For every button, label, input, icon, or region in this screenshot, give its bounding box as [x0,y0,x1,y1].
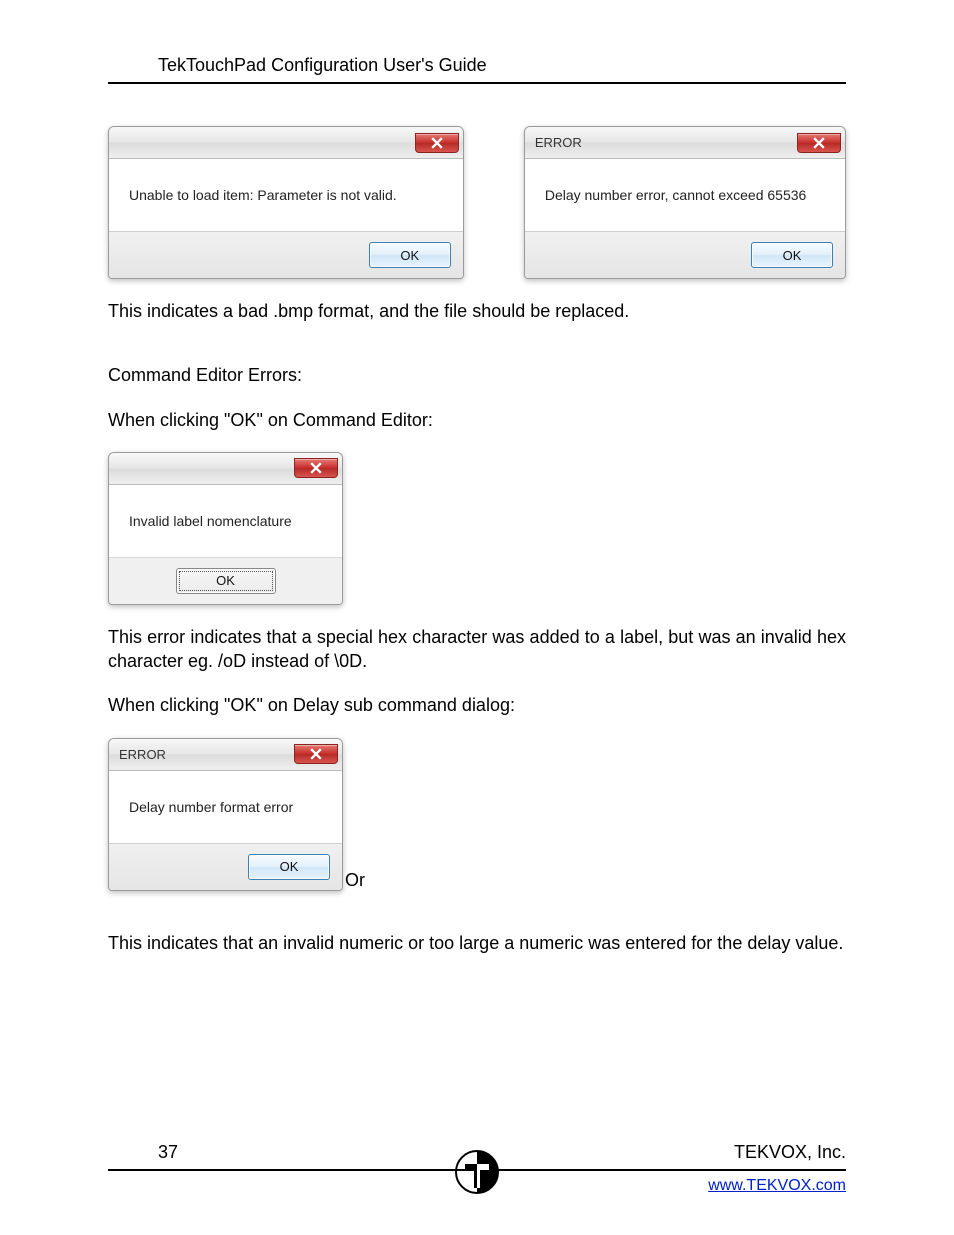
dialog-titlebar [109,127,463,159]
footer-logo [455,1150,499,1199]
close-icon [431,137,443,149]
dialog-title: ERROR [535,135,582,150]
page-number: 37 [158,1142,178,1163]
dialog-titlebar: ERROR [525,127,845,159]
ok-button[interactable]: OK [751,242,833,268]
dialog-titlebar: ERROR [109,739,342,771]
ok-button[interactable]: OK [248,854,330,880]
ok-button[interactable]: OK [369,242,451,268]
dialog-message: Unable to load item: Parameter is not va… [109,159,463,231]
dialog-title: ERROR [119,747,166,762]
document-header: TekTouchPad Configuration User's Guide [108,55,846,84]
close-button[interactable] [294,744,338,764]
document-title: TekTouchPad Configuration User's Guide [158,55,487,75]
dialog-delay-exceed: ERROR Delay number error, cannot exceed … [524,126,846,279]
tekvox-logo-icon [455,1150,499,1194]
page-footer: 37 TEKVOX, Inc. www.TEKVOX.com [108,1142,846,1195]
paragraph: This indicates a bad .bmp format, and th… [108,299,846,323]
dialog-footer: OK [109,557,342,604]
close-button[interactable] [797,133,841,153]
dialog-titlebar [109,453,342,485]
dialog-footer: OK [109,843,342,890]
dialog-message: Invalid label nomenclature [109,485,342,557]
close-icon [310,462,322,474]
dialog-delay-format-error: ERROR Delay number format error OK [108,738,343,891]
paragraph: When clicking "OK" on Command Editor: [108,408,846,432]
company-name: TEKVOX, Inc. [734,1142,846,1163]
dialog-message: Delay number error, cannot exceed 65536 [525,159,845,231]
dialog-message: Delay number format error [109,771,342,843]
close-button[interactable] [294,458,338,478]
ok-button[interactable]: OK [176,568,276,594]
paragraph: This error indicates that a special hex … [108,625,846,674]
paragraph: This indicates that an invalid numeric o… [108,931,846,955]
paragraph-heading: Command Editor Errors: [108,363,846,387]
or-label: Or [345,870,365,891]
dialog-footer: OK [525,231,845,278]
close-icon [813,137,825,149]
close-button[interactable] [415,133,459,153]
paragraph: When clicking "OK" on Delay sub command … [108,693,846,717]
dialog-invalid-parameter: Unable to load item: Parameter is not va… [108,126,464,279]
dialog-footer: OK [109,231,463,278]
dialog-invalid-label: Invalid label nomenclature OK [108,452,343,605]
close-icon [310,748,322,760]
